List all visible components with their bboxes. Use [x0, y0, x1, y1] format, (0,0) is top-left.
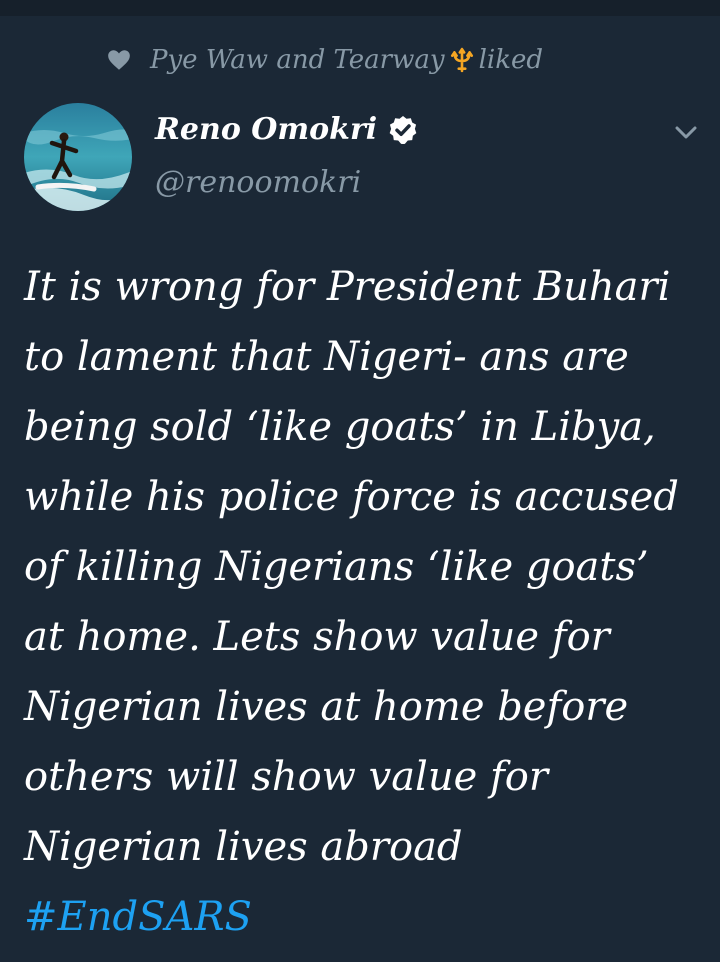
social-context[interactable]: Pye Waw and Tearway liked: [106, 42, 543, 78]
author-name[interactable]: Reno Omokri: [155, 112, 377, 147]
social-context-names: Pye Waw and Tearway: [150, 45, 445, 75]
trident-emoji: [450, 47, 473, 73]
avatar[interactable]: [24, 103, 132, 211]
status-bar-edge: [0, 0, 720, 16]
hashtag-link[interactable]: #EndSARS: [24, 894, 252, 940]
author-name-row[interactable]: Reno Omokri: [155, 112, 419, 147]
tweet-text: It is wrong for President Buhari to lame…: [24, 252, 700, 952]
tweet-body: It is wrong for President Buhari to lame…: [24, 264, 679, 870]
heart-icon: [108, 50, 130, 70]
surfer-avatar-image: [24, 103, 132, 211]
chevron-down-icon[interactable]: [674, 124, 698, 142]
verified-badge-icon: [389, 115, 417, 144]
social-context-action: liked: [478, 45, 543, 75]
author-handle[interactable]: @renoomokri: [155, 165, 361, 200]
